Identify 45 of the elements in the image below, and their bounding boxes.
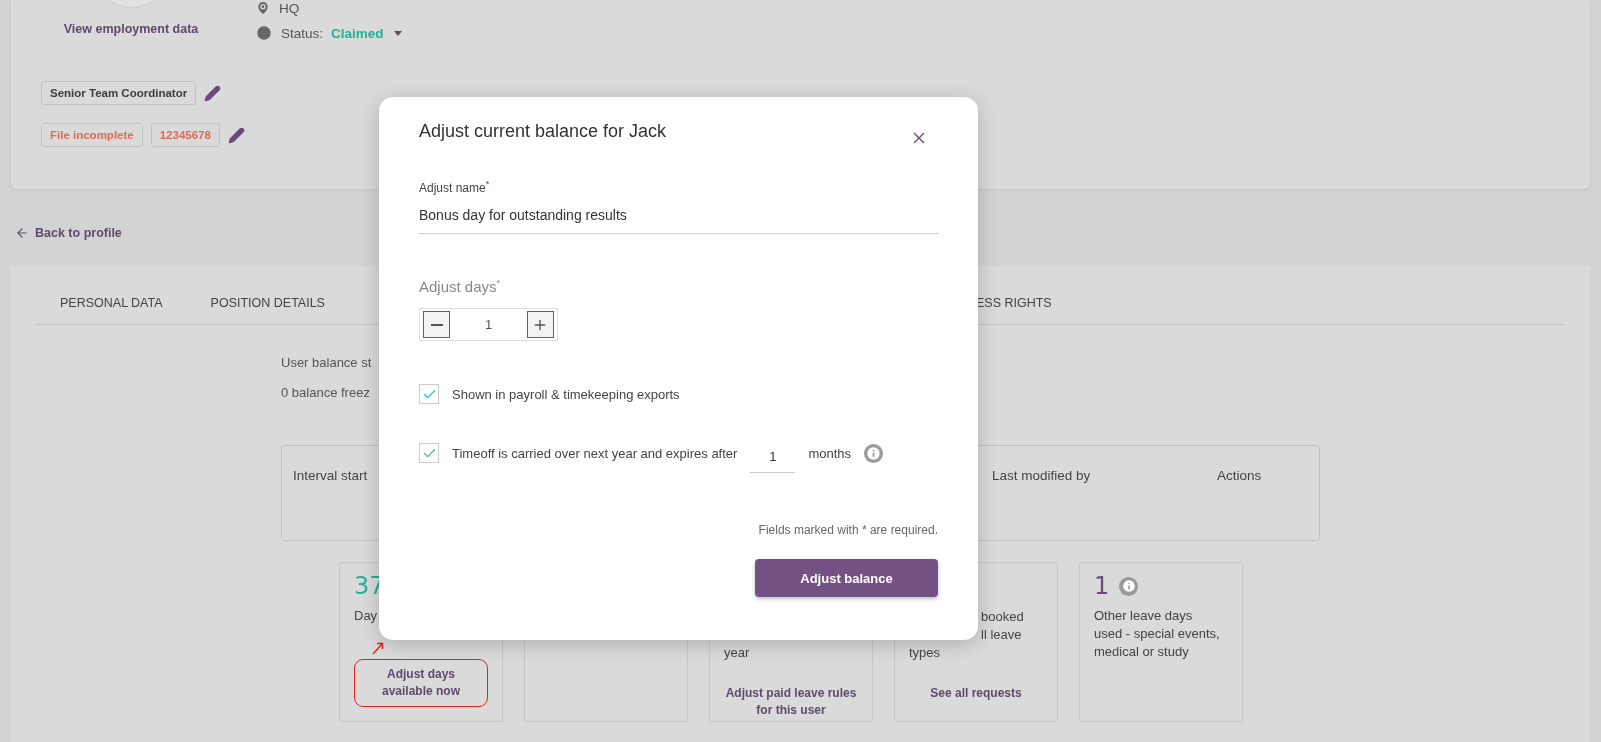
position-tag: Senior Team Coordinator: [41, 81, 197, 105]
column-header: Interval start: [293, 468, 368, 485]
card-text: booked: [980, 608, 1024, 626]
card-link[interactable]: Adjust days available now: [365, 666, 477, 700]
card-text: types: [909, 644, 941, 662]
card-text: used - special events,: [1094, 625, 1220, 643]
balance-info-text: 0 balance freez: [281, 385, 370, 400]
tab[interactable]: PERSONAL DATA: [36, 296, 187, 324]
edit-pencil-icon[interactable]: [227, 126, 245, 144]
checkbox[interactable]: [419, 384, 439, 404]
minus-icon: [430, 323, 443, 326]
days-value[interactable]: 1: [484, 317, 493, 332]
required-note: Fields marked with * are required.: [757, 523, 938, 537]
option-label: Shown in payroll & timekeeping exports: [452, 386, 680, 402]
card-text: medical or study: [1094, 643, 1189, 661]
column-header: Actions: [1217, 468, 1262, 485]
location-text: HQ: [279, 0, 300, 16]
status-value: Claimed: [331, 25, 384, 41]
checkbox[interactable]: [419, 443, 439, 463]
balance-info-text: User balance st: [281, 355, 372, 370]
edit-pencil-icon[interactable]: [204, 84, 222, 102]
option-label: Timeoff is carried over next year and expires after: [452, 445, 738, 461]
card-text: Other leave days: [1094, 607, 1193, 625]
decrement-button[interactable]: [423, 311, 450, 338]
card-link[interactable]: See all requests: [930, 685, 1022, 702]
adjust-balance-button[interactable]: Adjust balance: [755, 559, 938, 597]
card-link[interactable]: Adjust paid leave rules for this user: [724, 685, 858, 719]
file-tag: File incomplete: [41, 123, 143, 147]
info-icon: [864, 443, 884, 463]
view-employment-link[interactable]: View employment data: [63, 22, 199, 36]
card-text: ll leave: [980, 626, 1022, 644]
file-tag: 12345678: [150, 123, 220, 147]
card-text: year: [724, 644, 750, 662]
status-label: Status:: [281, 25, 324, 41]
column-header: Last modified by: [992, 468, 1091, 485]
field-label: Adjust name$^{*}$: [419, 179, 491, 195]
stat-value: 1: [1094, 572, 1110, 600]
field-label: Adjust days$^{*}$: [419, 278, 502, 295]
tab[interactable]: POSITION DETAILS: [186, 296, 349, 324]
card-text: Day: [354, 607, 378, 625]
increment-button[interactable]: [527, 311, 554, 338]
option-label: months: [808, 445, 852, 461]
back-link[interactable]: Back to profile: [15, 226, 122, 240]
dropdown-caret-icon[interactable]: [393, 30, 402, 36]
dialog-title: Adjust current balance for Jack: [419, 121, 667, 142]
